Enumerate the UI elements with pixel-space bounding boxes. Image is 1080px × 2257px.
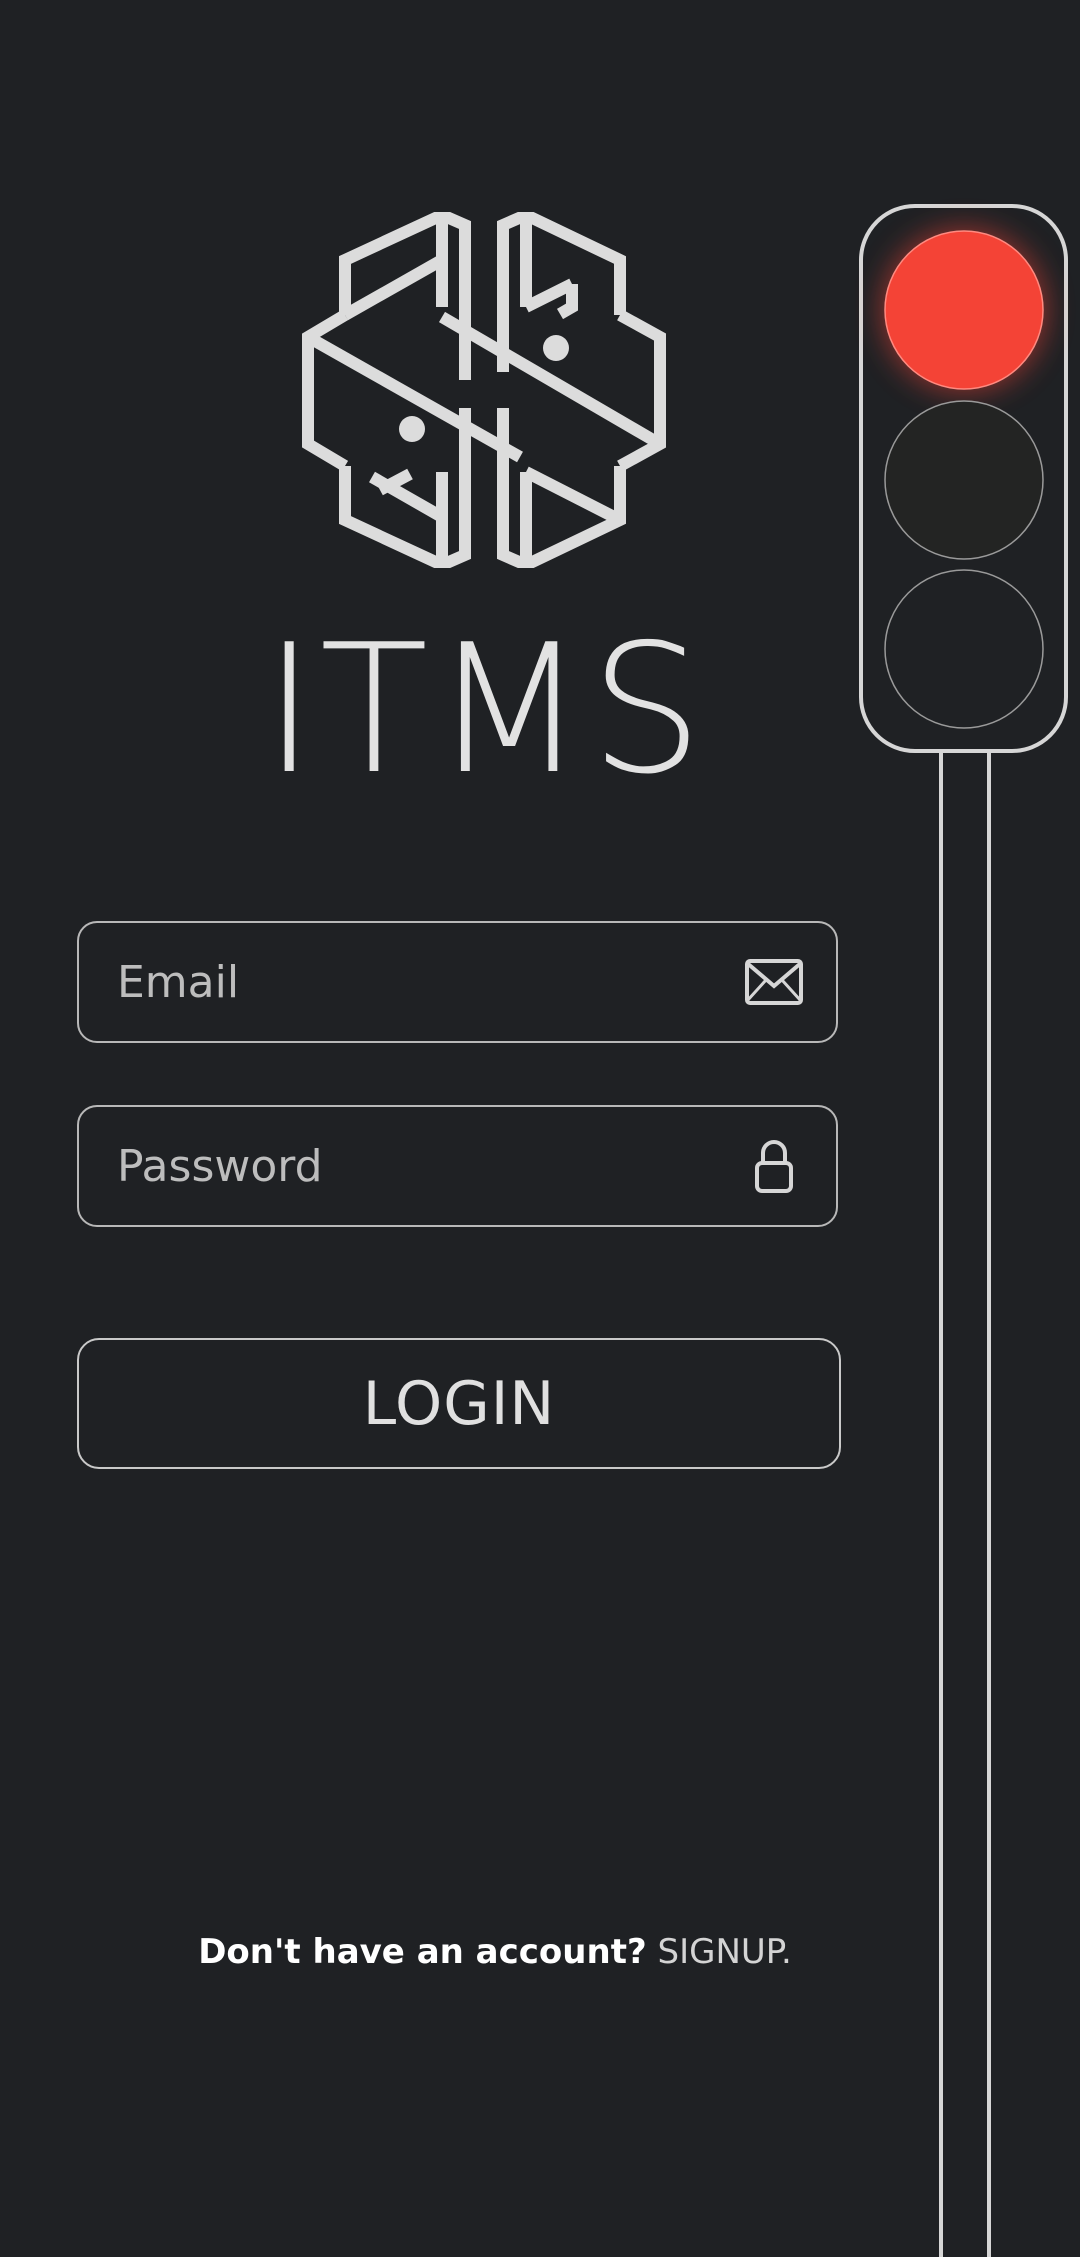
email-input[interactable] [117,923,717,1041]
password-field[interactable] [77,1105,838,1227]
login-button[interactable]: LOGIN [77,1338,841,1469]
password-input[interactable] [117,1107,717,1225]
app-title: ITMS [263,606,707,813]
signup-link[interactable]: SIGNUP. [658,1932,792,1972]
envelope-icon [745,959,803,1005]
red-light [884,230,1044,390]
email-field[interactable] [77,921,838,1043]
signup-prompt: Don't have an account? [198,1932,647,1972]
yellow-light [884,400,1044,560]
signup-row: Don't have an account? SIGNUP. [0,1930,990,1974]
traffic-light-illustration [859,204,1068,2257]
green-light [884,569,1044,729]
lock-icon [755,1140,793,1193]
brain-circuit-logo [302,212,666,568]
